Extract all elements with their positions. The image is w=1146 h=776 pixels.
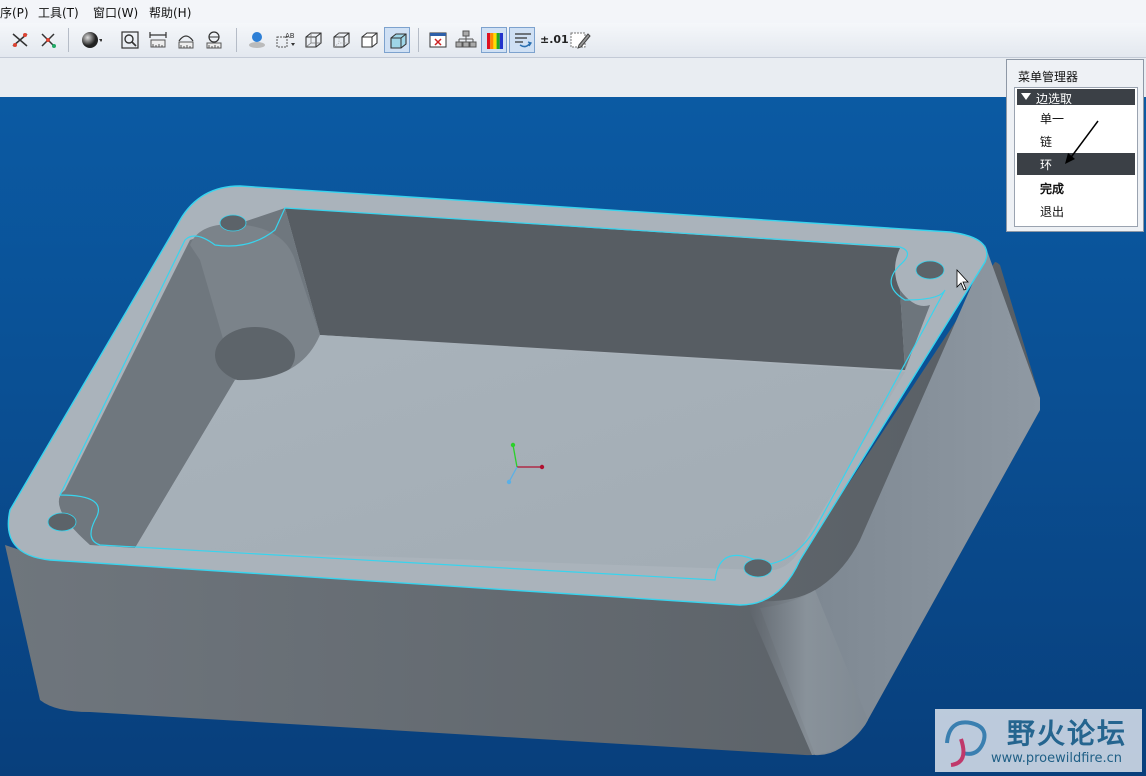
menu-bar: 序(P) 工具(T) 窗口(W) 帮助(H) <box>0 0 1146 24</box>
tolerance-icon[interactable]: ±.01 <box>540 33 569 46</box>
svg-text:AB: AB <box>285 32 295 40</box>
hide-dim-icon[interactable] <box>7 27 33 53</box>
close-window-icon[interactable] <box>425 27 451 53</box>
menu-program[interactable]: 序(P) <box>0 4 29 21</box>
menu-window[interactable]: 窗口(W) <box>93 4 138 21</box>
show-dim-icon[interactable] <box>35 27 61 53</box>
color-appearance-icon[interactable] <box>481 27 507 53</box>
refit-icon[interactable] <box>117 27 143 53</box>
shading-icon[interactable] <box>78 27 104 53</box>
dashboard-strip <box>0 58 1146 97</box>
datum-display-icon[interactable] <box>509 27 535 53</box>
enclosure-model[interactable] <box>0 97 1146 776</box>
mount-hole <box>743 558 773 578</box>
mount-hole <box>219 214 247 232</box>
view-icon[interactable] <box>173 27 199 53</box>
menu-manager-panel: 菜单管理器 边选取 单一 链 环 完成 退出 <box>1006 59 1144 232</box>
no-hidden-icon[interactable] <box>356 27 382 53</box>
graphics-viewport[interactable] <box>0 97 1146 776</box>
forum-url: www.proewildfire.cn <box>991 751 1122 766</box>
forum-watermark: 野火论坛 www.proewildfire.cn <box>935 709 1142 772</box>
hidden-line-icon[interactable] <box>328 27 354 53</box>
menu-help[interactable]: 帮助(H) <box>149 4 191 21</box>
mount-hole <box>47 512 77 532</box>
forum-logo-icon <box>945 720 987 767</box>
display-style-icon[interactable] <box>244 27 270 53</box>
toolbar-separator <box>236 28 237 52</box>
wireframe-icon[interactable] <box>300 27 326 53</box>
mount-hole <box>915 260 945 280</box>
shaded-icon[interactable] <box>384 27 410 53</box>
toolbar: AB ±.01 <box>0 23 1146 58</box>
toolbar-separator <box>68 28 69 52</box>
menu-tools[interactable]: 工具(T) <box>38 4 79 21</box>
model-tree-icon[interactable] <box>453 27 479 53</box>
saved-views-icon[interactable]: AB <box>272 27 298 53</box>
zoom-in-icon[interactable] <box>145 27 171 53</box>
forum-name: 野火论坛 <box>1007 717 1128 750</box>
annotation-arrow-icon <box>1065 120 1099 164</box>
toolbar-separator <box>418 28 419 52</box>
annotation-icon[interactable] <box>567 27 593 53</box>
spin-center-icon[interactable] <box>201 27 227 53</box>
